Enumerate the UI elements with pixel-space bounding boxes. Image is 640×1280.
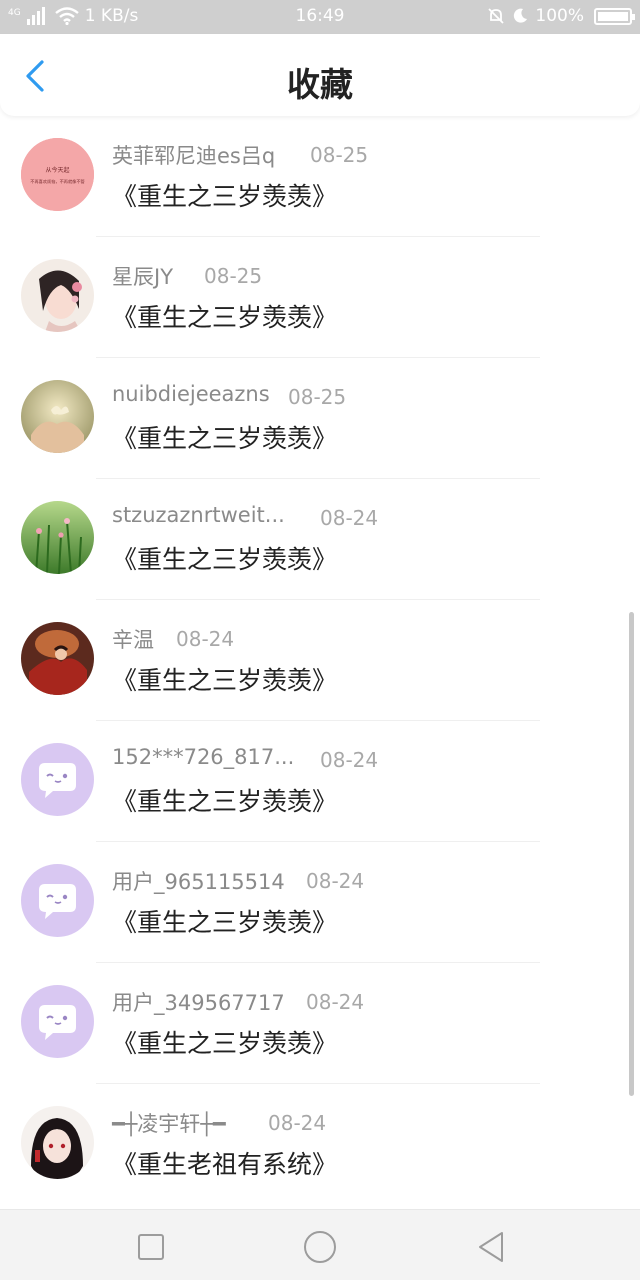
favorite-date: 08-24 [320,748,379,772]
home-button[interactable] [300,1227,340,1267]
avatar[interactable] [21,501,94,574]
favorite-date: 08-25 [288,385,347,409]
mute-bell-icon [488,8,505,24]
status-bar: 4G 1 KB/s 16:49 100% [0,0,640,34]
avatar-default-chat [21,864,94,937]
favorite-date: 08-24 [268,1111,327,1135]
list-item[interactable]: nuibdiejeeazns 08-25 《重生之三岁羡羡》 [0,358,640,479]
avatar[interactable] [21,622,94,695]
square-icon [138,1234,164,1260]
top-app-bar: 收藏 [0,34,640,116]
avatar[interactable] [21,259,94,332]
book-title[interactable]: 《重生之三岁羡羡》 [112,177,337,213]
favorite-date: 08-25 [204,264,263,288]
favorite-date: 08-25 [310,143,369,167]
list-item[interactable]: 星辰JY 08-25 《重生之三岁羡羡》 [0,237,640,358]
navigation-bar [0,1209,640,1280]
back-button[interactable] [18,56,54,96]
user-name: stzuzaznrtweit... [112,503,285,527]
user-name: 辛温 [112,628,154,652]
battery-level: 100% [535,6,584,26]
avatar-caption-2: 不再喜欢烦恼，不再就像不管 [30,178,84,185]
book-title[interactable]: 《重生之三岁羡羡》 [112,903,337,939]
favorite-date: 08-24 [306,869,365,893]
user-name: ━┼凌宇轩┼━ [112,1112,226,1136]
book-title[interactable]: 《重生之三岁羡羡》 [112,782,337,818]
list-item[interactable]: 152***726_817... 08-24 《重生之三岁羡羡》 [0,721,640,842]
user-name: 用户_349567717 [112,991,285,1015]
book-title[interactable]: 《重生之三岁羡羡》 [112,540,337,576]
avatar[interactable] [21,380,94,453]
avatar-anime-boy [21,1106,94,1179]
list-item[interactable]: ━┼凌宇轩┼━ 08-24 《重生老祖有系统》 [0,1084,640,1205]
system-back-button[interactable] [472,1227,512,1267]
user-name: 用户_965115514 [112,870,285,894]
circle-icon [304,1231,336,1263]
user-name: 英菲郓尼迪es吕q [112,144,276,168]
network-speed: 1 KB/s [84,6,139,26]
user-name: 152***726_817... [112,745,295,769]
wifi-icon [54,7,79,25]
recent-apps-button[interactable] [131,1227,171,1267]
battery-icon [594,7,635,25]
user-name: nuibdiejeeazns [112,382,270,406]
list-item[interactable]: 用户_349567717 08-24 《重生之三岁羡羡》 [0,963,640,1084]
list-item[interactable]: 用户_965115514 08-24 《重生之三岁羡羡》 [0,842,640,963]
page-title: 收藏 [287,65,353,104]
avatar-hands-butterfly [21,380,94,453]
book-title[interactable]: 《重生之三岁羡羡》 [112,1024,337,1060]
favorite-date: 08-24 [320,506,379,530]
avatar-text-pink: 从今天起 不再喜欢烦恼，不再就像不管 [21,138,94,211]
network-icon: 4G [8,7,21,18]
avatar-red-figure [21,622,94,695]
status-left: 4G 1 KB/s [8,6,138,26]
avatar-default-chat [21,985,94,1058]
avatar[interactable]: 从今天起 不再喜欢烦恼，不再就像不管 [21,138,94,211]
list-item[interactable]: stzuzaznrtweit... 08-24 《重生之三岁羡羡》 [0,479,640,600]
book-title[interactable]: 《重生之三岁羡羡》 [112,661,337,697]
avatar[interactable] [21,864,94,937]
scrollbar[interactable] [629,612,634,1096]
avatar-green-grass [21,501,94,574]
favorite-date: 08-24 [176,627,235,651]
favorite-date: 08-24 [306,990,365,1014]
list-item[interactable]: 从今天起 不再喜欢烦恼，不再就像不管 英菲郓尼迪es吕q 08-25 《重生之三… [0,116,640,237]
avatar[interactable] [21,985,94,1058]
chevron-left-icon [26,60,44,92]
avatar-default-chat [21,743,94,816]
book-title[interactable]: 《重生之三岁羡羡》 [112,419,337,455]
triangle-back-icon [479,1232,503,1262]
status-right: 100% [487,6,635,26]
avatar-caption-1: 从今天起 [45,166,69,174]
favorites-list: 从今天起 不再喜欢烦恼，不再就像不管 英菲郓尼迪es吕q 08-25 《重生之三… [0,116,640,1205]
moon-icon [514,8,528,23]
avatar[interactable] [21,1106,94,1179]
book-title[interactable]: 《重生老祖有系统》 [112,1145,337,1181]
avatar[interactable] [21,743,94,816]
list-item[interactable]: 辛温 08-24 《重生之三岁羡羡》 [0,600,640,721]
avatar-girl-portrait [21,259,94,332]
book-title[interactable]: 《重生之三岁羡羡》 [112,298,337,334]
user-name: 星辰JY [112,265,174,289]
signal-icon [26,7,45,25]
